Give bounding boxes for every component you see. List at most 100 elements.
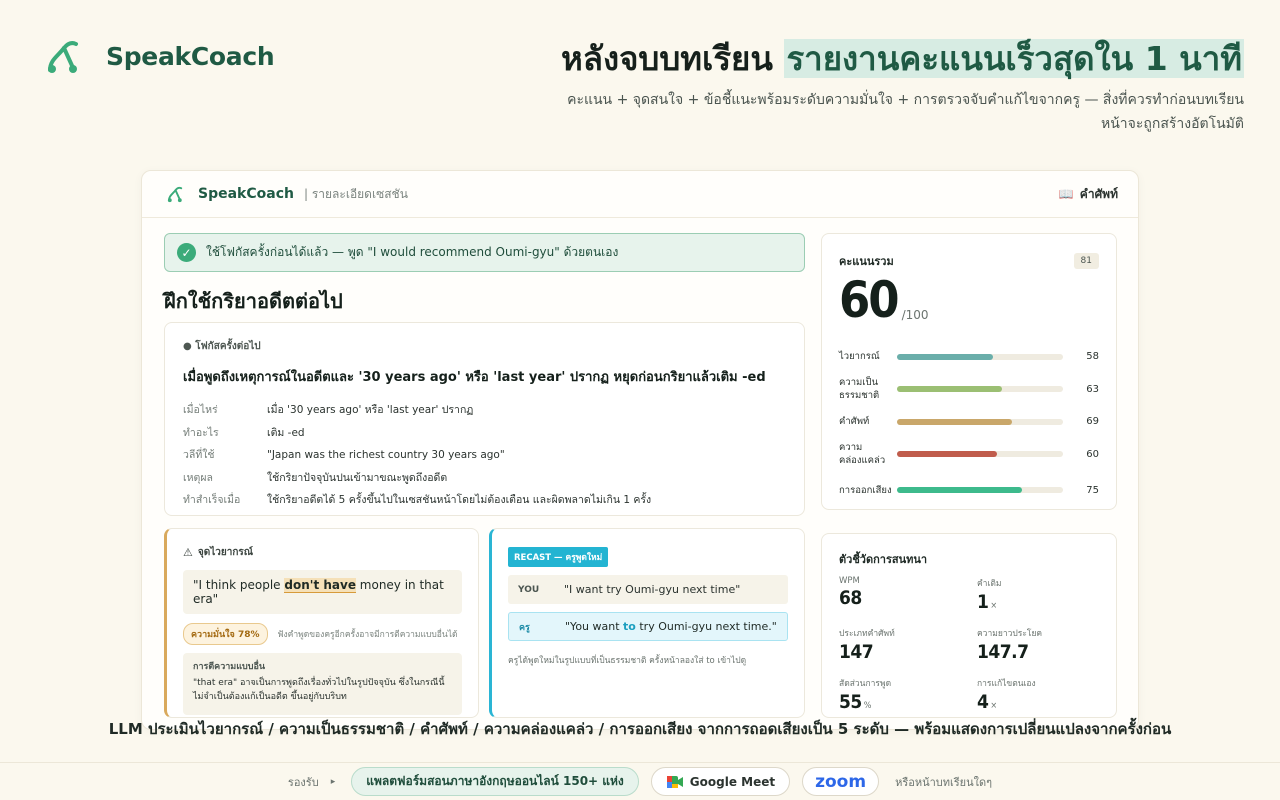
score-bar-label: ความคล่องแคล่ว	[839, 442, 886, 466]
google-meet-pill[interactable]: Google Meet	[650, 767, 791, 796]
you-utterance: "I want try Oumi-gyu next time"	[564, 583, 741, 596]
error-highlight[interactable]: don't have	[284, 578, 356, 593]
metric-unit: ×	[990, 601, 997, 611]
focus-row-value: ใช้กริยาปัจจุบันปนเข้ามาขณะพูดถึงอดีต	[267, 471, 448, 484]
metric-value: 4 ×	[977, 690, 1097, 718]
score-bar-row: คำศัพท์ 69	[839, 407, 1099, 436]
score-bar-fill	[897, 451, 997, 457]
score-bar-label: คำศัพท์	[839, 416, 870, 427]
metric-number: 68	[839, 587, 862, 609]
breadcrumb: | รายละเอียดเซสชัน	[303, 186, 408, 201]
metric-number: 55	[839, 691, 862, 713]
score-bar-track	[897, 451, 1063, 457]
metric-value: 55%	[839, 690, 977, 718]
metric-number: 147.7	[977, 641, 1029, 663]
dictionary-label: คำศัพท์	[1079, 186, 1118, 201]
brand: SpeakCoach	[44, 36, 275, 76]
alt-body: "that era" อาจเป็นการพูดถึงเรื่องทั่วไปใ…	[193, 678, 445, 702]
score-bar-label: การออกเสียง	[839, 484, 892, 496]
brand-name: SpeakCoach	[106, 41, 275, 71]
focus-row: ทำอะไร เติม -ed	[183, 422, 786, 445]
metric-item: ความยาวประโยค 147.7	[977, 626, 1097, 668]
score-bar-track	[897, 418, 1063, 425]
focus-row-value: ใช้กริยาอดีตได้ 5 ครั้งขึ้นไปในเซสชันหน้…	[267, 494, 652, 506]
metrics-grid: WPM 68 คำเติม 1 × ประเภทคำศัพท์ 147 ความยาวประโ…	[839, 576, 1099, 718]
platform-pill[interactable]: แพลตฟอร์มสอนภาษาอังกฤษออนไลน์ 150+ แห่ง	[351, 767, 639, 796]
score-bar-track	[897, 386, 1063, 392]
arrow-right-icon: ▸	[330, 776, 336, 787]
google-meet-label: Google Meet	[689, 774, 776, 789]
focus-row: ทำสำเร็จเมื่อ ใช้กริยาอดีตได้ 5 ครั้งขึ้น…	[183, 489, 786, 512]
focus-row-value: "Japan was the richest country 30 years …	[267, 449, 505, 461]
other-platforms: หรือหน้าบทเรียนใดๆ	[895, 775, 993, 789]
zoom-pill[interactable]: zoom	[802, 767, 880, 796]
recast-note: ครูได้พูดใหม่ในรูปแบบที่เป็นธรรมชาติ ครั…	[508, 656, 747, 666]
grammar-kicker-label: จุดไวยากรณ์	[197, 547, 254, 558]
overall-score-card: คะแนนรวม 81 60 /100 ไวยากรณ์ 58 ความเป็นธร…	[821, 233, 1117, 510]
google-meet-icon	[666, 775, 683, 788]
confidence-row: ความมั่นใจ 78% ฟังคำพูดของครูอีกครั้งอาจ…	[183, 623, 462, 645]
grammar-point-card: ⚠ จุดไวยากรณ์ "I think people don't have …	[164, 528, 479, 718]
hero-subtitle: คะแนน + จุดสนใจ + ข้อชี้แนะพร้อมระดับควา…	[424, 88, 1244, 136]
score-bar-value: 63	[1086, 383, 1099, 395]
metric-item: WPM 68	[839, 576, 977, 618]
platform-footer: รองรับ ▸ แพลตฟอร์มสอนภาษาอังกฤษออนไลน์ 1…	[0, 762, 1280, 800]
speaker-you: YOU	[518, 584, 540, 595]
metric-item: คำเติม 1 ×	[977, 576, 1097, 618]
support-label: รองรับ	[287, 775, 319, 789]
book-icon: 📖	[1058, 187, 1074, 201]
learner-quote: "I think people don't have money in that…	[183, 570, 462, 614]
confidence-badge: ความมั่นใจ 78%	[183, 623, 268, 645]
app-topbar: SpeakCoach | รายละเอียดเซสชัน 📖 คำศัพท์	[142, 171, 1138, 218]
score-label: คะแนนรวม	[839, 255, 894, 268]
metric-label: ประเภทคำศัพท์	[839, 629, 895, 639]
focus-row-key: ทำสำเร็จเมื่อ	[183, 494, 241, 506]
recast-you-row: YOU "I want try Oumi-gyu next time"	[508, 575, 788, 604]
recast-tag: RECAST — ครูพูดใหม่	[508, 547, 609, 567]
score-bar-value: 58	[1086, 351, 1099, 362]
metric-label: การแก้ไขตนเอง	[977, 679, 1036, 689]
hero-subtitle-line1: คะแนน + จุดสนใจ + ข้อชี้แนะพร้อมระดับควา…	[567, 92, 1244, 108]
dictionary-link[interactable]: 📖 คำศัพท์	[1059, 185, 1118, 204]
focus-row: เมื่อไหร่ เมื่อ '30 years ago' หรือ 'last…	[183, 399, 786, 422]
focus-headline: เมื่อพูดถึงเหตุการณ์ในอดีตและ '30 years …	[183, 370, 766, 385]
speakcoach-logo-icon	[48, 41, 78, 73]
metric-label: ความยาวประโยค	[977, 629, 1043, 639]
conversation-metrics-card: ตัวชี้วัดการสนทนา WPM 68 คำเติม 1 × ประเภทคำศ…	[821, 533, 1117, 718]
success-banner: ✓ ใช้โฟกัสครั้งก่อนได้แล้ว — พูด "I woul…	[164, 233, 805, 272]
score-bar-row: การออกเสียง 75	[839, 472, 1099, 508]
score-header: คะแนนรวม 81	[839, 252, 1099, 270]
recast-teacher-row: ครู "You want to try Oumi-gyu next time.…	[508, 612, 788, 641]
score-bar-value: 75	[1086, 484, 1099, 496]
score-bar-row: ความคล่องแคล่ว 60	[839, 436, 1099, 472]
previous-score-badge: 81	[1073, 253, 1099, 269]
score-bar-label: ไวยากรณ์	[839, 351, 880, 362]
metric-number: 4	[977, 691, 989, 713]
check-circle-icon: ✓	[177, 243, 196, 262]
confidence-note: ฟังคำพูดของครูอีกครั้งอาจมีการตีความแบบอ…	[277, 630, 458, 640]
feature-caption: LLM ประเมินไวยากรณ์ / ความเป็นธรรมชาติ /…	[108, 720, 1172, 738]
focus-row-key: เหตุผล	[183, 471, 213, 484]
score-bar-row: ความเป็นธรรมชาติ 63	[839, 371, 1099, 407]
hero-title-plain: หลังจบบทเรียน	[560, 39, 785, 78]
metric-value: 1 ×	[977, 590, 1097, 618]
alt-title: การตีความแบบอื่น	[193, 662, 266, 672]
focus-kicker: ● โฟกัสครั้งต่อไป	[183, 341, 261, 352]
metric-item: ประเภทคำศัพท์ 147	[839, 626, 977, 668]
hero: หลังจบบทเรียน รายงานคะแนนเร็วสุดใน 1 นาท…	[424, 36, 1244, 136]
score-bar-row: ไวยากรณ์ 58	[839, 342, 1099, 371]
score-number: 60	[839, 271, 900, 329]
hero-title-highlight: รายงานคะแนนเร็วสุดใน 1 นาที	[784, 39, 1244, 78]
metric-unit: %	[863, 701, 872, 711]
focus-row: วลีที่ใช้ "Japan was the richest country …	[183, 444, 786, 467]
app-brand[interactable]: SpeakCoach	[198, 186, 294, 202]
metric-number: 1	[977, 591, 989, 613]
quote-pre: "I think people	[193, 578, 285, 592]
teacher-post: try Oumi-gyu next time."	[635, 620, 777, 633]
metric-value: 147	[839, 640, 977, 668]
metric-number: 147	[839, 641, 874, 663]
focus-row-value: เติม -ed	[267, 426, 305, 439]
score-value: 60 /100	[839, 272, 1099, 328]
metric-unit: ×	[990, 701, 997, 711]
score-bar-fill	[897, 418, 1012, 425]
